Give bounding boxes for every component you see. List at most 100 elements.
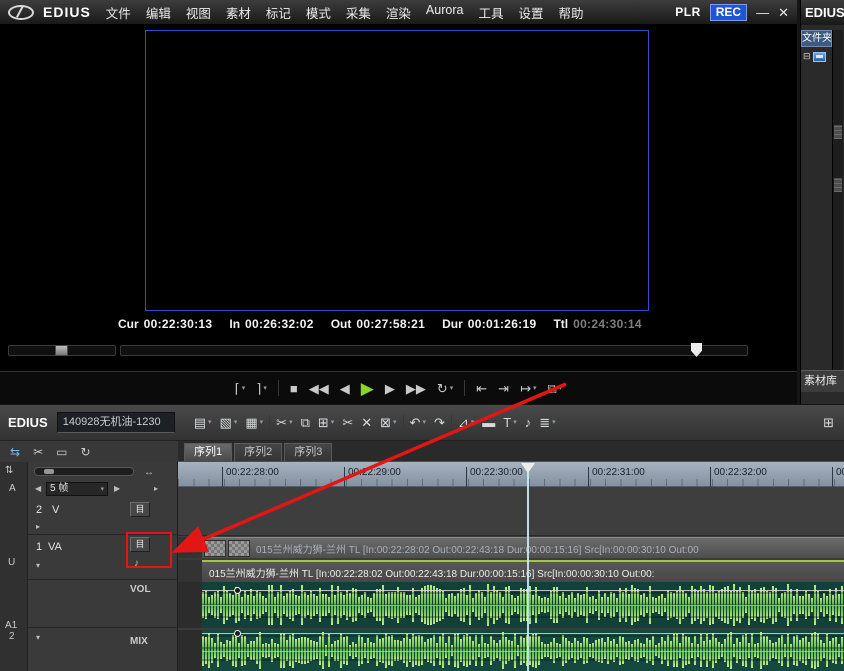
tab-sequence-3[interactable]: 序列3 — [284, 443, 332, 461]
stop-button[interactable]: ■ — [290, 382, 298, 395]
timescale-thumb[interactable] — [44, 469, 54, 474]
menu-tools[interactable]: 工具 — [478, 3, 503, 22]
chevron-down-icon[interactable]: ▾ — [450, 385, 454, 392]
timeline-ruler[interactable]: 00:22:28:00 00:22:29:00 00:22:30:00 00:2… — [178, 462, 844, 487]
voice-over-button[interactable]: ♪ — [523, 411, 534, 435]
folder-tab[interactable]: 文件夹 — [801, 30, 832, 47]
chevron-down-icon[interactable]: ▾ — [289, 419, 293, 426]
chevron-down-icon[interactable]: ▾ — [471, 419, 475, 426]
chevron-down-icon[interactable]: ▾ — [331, 419, 335, 426]
timeline-mode-button[interactable]: ▬ — [480, 411, 497, 435]
track-1va-expand-icon[interactable]: ▾ — [36, 561, 40, 570]
ripple-mode-button[interactable]: ✂ — [33, 445, 43, 459]
timescale-slider[interactable] — [34, 467, 134, 476]
set-out-button[interactable]: ⌉ ▾ — [256, 382, 267, 395]
next-frame-button[interactable]: ▶ — [385, 382, 395, 395]
chevron-down-icon[interactable]: ▾ — [552, 419, 556, 426]
tree-collapse-icon[interactable]: ⊟ — [803, 51, 811, 62]
project-name-field[interactable]: 140928无机油-1230 — [57, 412, 175, 433]
play-button[interactable]: ▶ — [361, 380, 374, 397]
menu-clip[interactable]: 素材 — [226, 3, 251, 22]
mix-label[interactable]: MIX — [130, 636, 148, 647]
track-2v-lane[interactable] — [178, 487, 844, 536]
save-project-button[interactable]: ▦ ▾ — [243, 411, 265, 435]
layout-button[interactable]: ⊞ — [821, 411, 836, 435]
redo-button[interactable]: ↷ — [432, 411, 447, 435]
volume-rubber-band[interactable] — [202, 590, 844, 591]
menu-mode[interactable]: 模式 — [306, 3, 331, 22]
step-back-button[interactable]: ◀ — [35, 484, 41, 493]
menu-aurora[interactable]: Aurora — [426, 3, 464, 22]
chevron-down-icon[interactable]: ▾ — [208, 419, 212, 426]
rec-mode-button[interactable]: REC — [710, 4, 747, 21]
bin-scrollbar[interactable] — [832, 30, 843, 370]
patch-a2-label[interactable]: 2 — [9, 631, 15, 642]
scrollbar-thumb[interactable] — [834, 178, 842, 192]
sync-lock-toggle[interactable]: ⇅ — [5, 465, 13, 476]
shuttle-thumb[interactable] — [55, 345, 68, 356]
frame-step-field[interactable]: 5 帧 ▾ — [46, 482, 108, 496]
chevron-down-icon[interactable]: ▾ — [234, 419, 238, 426]
panel-splitter-icon[interactable]: ▸ — [154, 484, 158, 493]
paste-button[interactable]: ⊞ ▾ — [316, 411, 336, 435]
audio-waveform-1[interactable] — [202, 582, 844, 628]
goto-out-button[interactable]: ⇥ — [498, 382, 509, 395]
match-frame-button[interactable]: ⊿ ▾ — [456, 411, 476, 435]
volume-rubber-band[interactable] — [202, 633, 844, 634]
menu-help[interactable]: 帮助 — [558, 3, 583, 22]
shuttle-slider[interactable] — [8, 345, 116, 356]
chevron-down-icon[interactable]: ▾ — [263, 385, 267, 392]
menu-view[interactable]: 视图 — [186, 3, 211, 22]
scrollbar-thumb[interactable] — [834, 125, 842, 139]
chevron-down-icon[interactable]: ▾ — [422, 419, 426, 426]
mixer-expand-icon[interactable]: ▾ — [36, 633, 40, 642]
fit-width-icon[interactable]: ↔ — [144, 467, 154, 478]
clip-info-row[interactable]: 015兰州威力狮-兰州 TL [In:00:22:28:02 Out:00:22… — [202, 537, 844, 558]
close-button[interactable]: ✕ — [778, 6, 789, 19]
minimize-button[interactable]: — — [756, 6, 769, 19]
track-2v-header[interactable]: 2 V 目 ▸ — [28, 498, 177, 535]
export-button[interactable]: ↦ ▾ — [520, 382, 536, 395]
menu-capture[interactable]: 采集 — [346, 3, 371, 22]
track-2v-expand-icon[interactable]: ▸ — [36, 522, 40, 531]
open-project-button[interactable]: ▧ ▾ — [218, 411, 240, 435]
tab-sequence-2[interactable]: 序列2 — [234, 443, 282, 461]
audio-mixer-button[interactable]: ≣ ▾ — [537, 411, 557, 435]
chevron-down-icon[interactable]: ▾ — [100, 486, 104, 493]
set-in-button[interactable]: ⌈ ▾ — [235, 382, 246, 395]
chevron-down-icon[interactable]: ▾ — [242, 385, 246, 392]
plr-mode-button[interactable]: PLR — [675, 5, 701, 19]
chevron-down-icon[interactable]: ▾ — [533, 385, 537, 392]
loop-button[interactable]: ↻ ▾ — [437, 382, 453, 395]
chevron-down-icon[interactable]: ▾ — [393, 419, 397, 426]
rewind-button[interactable]: ◀◀ — [309, 382, 329, 395]
cut-button[interactable]: ✂ ▾ — [274, 411, 294, 435]
ripple-delete-button[interactable]: ⊠ ▾ — [378, 411, 398, 435]
patch-a1-label[interactable]: A1 — [5, 620, 17, 631]
loop-mode-button[interactable]: ↻ — [80, 445, 90, 459]
audio-waveform-2[interactable] — [202, 630, 844, 671]
patch-a-label[interactable]: A — [9, 483, 16, 494]
ripple-cut-button[interactable]: ✂ — [340, 411, 355, 435]
volume-keyframe-node[interactable] — [234, 630, 241, 637]
position-marker[interactable] — [691, 343, 702, 357]
volume-keyframe-node[interactable] — [234, 587, 241, 594]
menu-file[interactable]: 文件 — [106, 3, 131, 22]
delete-button[interactable]: ✕ — [359, 411, 374, 435]
chevron-down-icon[interactable]: ▾ — [513, 419, 517, 426]
goto-in-button[interactable]: ⇤ — [476, 382, 487, 395]
chevron-down-icon[interactable]: ▾ — [559, 385, 563, 392]
track-2v-visibility-toggle[interactable]: 目 — [130, 502, 150, 517]
sync-mode-button[interactable]: ⇆ — [10, 445, 20, 459]
undo-button[interactable]: ↶ ▾ — [408, 411, 428, 435]
select-mode-button[interactable]: ▭ — [56, 445, 67, 459]
menu-marker[interactable]: 标记 — [266, 3, 291, 22]
prev-frame-button[interactable]: ◀ — [340, 382, 350, 395]
patch-u-label[interactable]: U — [8, 557, 15, 568]
tab-sequence-1[interactable]: 序列1 — [184, 443, 232, 461]
new-sequence-button[interactable]: ▤ ▾ — [192, 411, 214, 435]
menu-settings[interactable]: 设置 — [518, 3, 543, 22]
clip-main-row[interactable]: 015兰州威力狮-兰州 TL [In:00:22:28:02 Out:00:22… — [202, 560, 844, 582]
menu-render[interactable]: 渲染 — [386, 3, 411, 22]
copy-button[interactable]: ⧉ — [299, 411, 312, 435]
